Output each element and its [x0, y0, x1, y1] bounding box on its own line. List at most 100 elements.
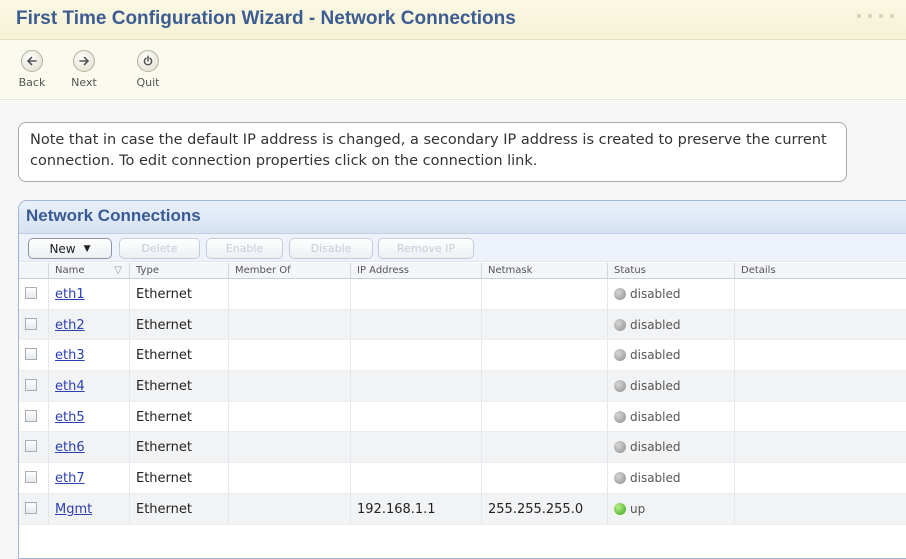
cell-ip	[350, 401, 481, 432]
table-row[interactable]: eth4 Ethernet disabled	[19, 371, 906, 402]
cell-details	[734, 463, 906, 493]
status-indicator: disabled	[614, 318, 681, 332]
cell-details	[734, 432, 906, 463]
row-select-cell	[19, 463, 48, 493]
connection-link[interactable]: Mgmt	[55, 502, 92, 517]
cell-details	[734, 493, 906, 524]
status-disabled-icon	[614, 349, 626, 362]
status-indicator: disabled	[614, 471, 681, 485]
status-disabled-icon	[614, 318, 626, 331]
status-indicator: disabled	[614, 379, 681, 393]
cell-text: Ethernet	[136, 287, 192, 302]
status-indicator: disabled	[614, 287, 681, 301]
cell-ip	[350, 371, 481, 401]
cell-name: eth7	[48, 463, 129, 493]
cell-type: Ethernet	[129, 401, 228, 432]
row-checkbox[interactable]	[25, 501, 37, 514]
cell-type: Ethernet	[129, 371, 228, 401]
back-label: Back	[18, 76, 46, 89]
cell-member-of	[228, 279, 350, 309]
status-up-icon	[614, 502, 626, 515]
info-note: Note that in case the default IP address…	[18, 122, 847, 182]
column-header-member-of[interactable]: Member Of	[228, 263, 350, 279]
row-select-cell	[19, 432, 48, 462]
row-checkbox[interactable]	[25, 317, 37, 330]
enable-button[interactable]: Enable	[206, 238, 283, 259]
cell-name: eth1	[48, 279, 129, 309]
connection-link[interactable]: eth5	[55, 410, 85, 425]
network-connections-panel: Network Connections New ▼ Delete Enable …	[18, 200, 906, 559]
connection-link[interactable]: eth1	[55, 287, 85, 302]
cell-status: disabled	[607, 432, 734, 463]
cell-ip	[350, 463, 481, 493]
row-select-cell	[19, 310, 48, 340]
cell-name: eth2	[48, 309, 129, 340]
connection-link[interactable]: eth7	[55, 471, 85, 486]
cell-ip	[350, 432, 481, 463]
cell-netmask: 255.255.255.0	[481, 493, 607, 524]
connection-link[interactable]: eth3	[55, 348, 85, 363]
row-checkbox[interactable]	[25, 440, 37, 453]
column-header-ip-address[interactable]: IP Address	[350, 263, 481, 279]
cell-netmask	[481, 432, 607, 463]
table-row[interactable]: eth5 Ethernet disabled	[19, 401, 906, 433]
quit-label: Quit	[136, 76, 160, 89]
row-checkbox[interactable]	[25, 348, 37, 361]
cell-name: eth5	[48, 401, 129, 432]
next-label: Next	[71, 76, 97, 89]
table-row[interactable]: eth2 Ethernet disabled	[19, 309, 906, 341]
power-icon	[137, 50, 159, 72]
new-button[interactable]: New ▼	[28, 238, 112, 259]
row-checkbox[interactable]	[25, 287, 37, 299]
status-label: disabled	[630, 379, 681, 394]
cell-text: Ethernet	[136, 317, 192, 333]
next-button[interactable]: Next	[61, 50, 107, 89]
status-disabled-icon	[614, 410, 626, 423]
cell-member-of	[228, 432, 350, 463]
cell-member-of	[228, 493, 350, 524]
row-checkbox[interactable]	[25, 471, 37, 484]
cell-netmask	[481, 340, 607, 371]
title-decoration	[857, 14, 894, 18]
cell-text: Ethernet	[136, 409, 192, 425]
status-disabled-icon	[614, 472, 626, 485]
quit-button[interactable]: Quit	[125, 50, 171, 89]
cell-status: up	[607, 493, 734, 524]
cell-status: disabled	[607, 371, 734, 401]
cell-type: Ethernet	[129, 493, 228, 524]
panel-toolbar: New ▼ Delete Enable Disable Remove IP	[19, 234, 906, 262]
connection-link[interactable]: eth6	[55, 440, 85, 455]
connection-link[interactable]: eth2	[55, 318, 85, 333]
connection-link[interactable]: eth4	[55, 379, 85, 394]
status-label: disabled	[630, 440, 681, 455]
cell-name: eth3	[48, 340, 129, 371]
table-row[interactable]: eth7 Ethernet disabled	[19, 463, 906, 494]
back-button[interactable]: Back	[9, 50, 55, 89]
remove-ip-button[interactable]: Remove IP	[378, 238, 474, 259]
table-row[interactable]: eth1 Ethernet disabled	[19, 279, 906, 310]
column-header-type[interactable]: Type	[129, 263, 228, 279]
cell-type: Ethernet	[129, 279, 228, 309]
delete-button[interactable]: Delete	[119, 238, 200, 259]
status-disabled-icon	[614, 288, 626, 300]
column-header-name[interactable]: Name ▽	[48, 263, 129, 279]
connections-table: Name ▽ Type Member Of IP Address Netmask…	[19, 263, 906, 525]
table-row[interactable]: eth3 Ethernet disabled	[19, 340, 906, 372]
column-header-details[interactable]: Details	[734, 263, 906, 279]
status-label: up	[630, 501, 646, 516]
table-row[interactable]: eth6 Ethernet disabled	[19, 432, 906, 464]
table-row[interactable]: Mgmt Ethernet 192.168.1.1 255.255.255.0 up	[19, 493, 906, 525]
cell-status: disabled	[607, 340, 734, 371]
disable-button[interactable]: Disable	[289, 238, 373, 259]
column-header-netmask[interactable]: Netmask	[481, 263, 607, 279]
status-label: disabled	[630, 287, 681, 301]
sort-icon: ▽	[114, 265, 122, 276]
row-checkbox[interactable]	[25, 409, 37, 422]
cell-member-of	[228, 401, 350, 432]
column-header-status[interactable]: Status	[607, 263, 734, 279]
cell-text: 192.168.1.1	[357, 501, 436, 517]
cell-text: Ethernet	[136, 440, 192, 456]
cell-member-of	[228, 371, 350, 401]
cell-netmask	[481, 309, 607, 340]
row-checkbox[interactable]	[25, 379, 37, 392]
